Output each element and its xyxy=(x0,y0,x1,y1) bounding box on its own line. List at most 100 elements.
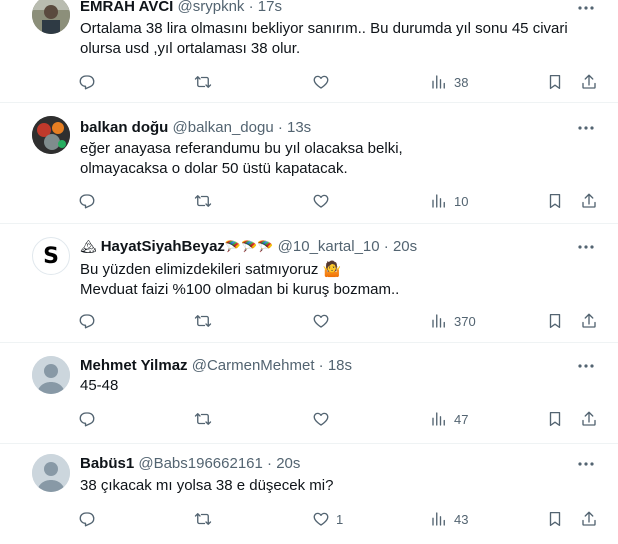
share-button[interactable] xyxy=(580,307,598,335)
timestamp[interactable]: 17s xyxy=(258,0,282,15)
action-bar: 47 xyxy=(72,405,606,433)
timestamp[interactable]: 13s xyxy=(287,119,311,136)
like-button[interactable] xyxy=(312,307,336,335)
views-icon xyxy=(432,75,445,89)
avatar[interactable] xyxy=(32,356,70,394)
like-icon xyxy=(313,75,329,89)
timestamp[interactable]: 18s xyxy=(328,357,352,374)
timestamp[interactable]: 20s xyxy=(393,238,417,255)
separator-dot: · xyxy=(248,0,254,15)
bookmark-icon xyxy=(549,74,561,90)
separator-dot: · xyxy=(383,238,389,255)
author-name[interactable]: balkan doğu xyxy=(80,119,168,136)
views-button[interactable]: 47 xyxy=(430,405,468,433)
separator-dot: · xyxy=(267,455,273,472)
views-button[interactable]: 43 xyxy=(430,505,468,533)
reply-button[interactable] xyxy=(78,505,96,533)
tweet-3[interactable]: S 🏔 HayatSiyahBeyaz🪂🪂🪂 @10_kartal_10 · 2… xyxy=(0,225,618,343)
action-bar: 370 xyxy=(72,307,606,335)
like-button[interactable] xyxy=(312,405,336,433)
views-button[interactable]: 10 xyxy=(430,187,468,215)
share-button[interactable] xyxy=(580,68,598,96)
views-button[interactable]: 370 xyxy=(430,307,476,335)
avatar[interactable] xyxy=(32,454,70,492)
author-handle[interactable]: @CarmenMehmet xyxy=(192,357,315,374)
like-button[interactable] xyxy=(312,68,336,96)
like-count: 1 xyxy=(336,511,344,527)
reply-button[interactable] xyxy=(78,307,96,335)
bookmark-icon xyxy=(549,411,561,427)
more-icon[interactable] xyxy=(576,0,596,18)
retweet-icon xyxy=(194,315,212,327)
like-button[interactable] xyxy=(312,187,336,215)
tweet-header: Mehmet Yilmaz @CarmenMehmet · 18s xyxy=(80,356,352,376)
reply-icon xyxy=(79,194,95,209)
author-name[interactable]: Mehmet Yilmaz xyxy=(80,357,188,374)
retweet-button[interactable] xyxy=(194,405,212,433)
author-name[interactable]: HayatSiyahBeyaz xyxy=(101,238,225,255)
more-icon[interactable] xyxy=(576,118,596,138)
retweet-icon xyxy=(194,195,212,207)
bookmark-button[interactable] xyxy=(546,68,564,96)
view-count: 38 xyxy=(454,74,469,90)
author-name[interactable]: Babüs1 xyxy=(80,455,134,472)
reply-icon xyxy=(79,412,95,427)
view-count: 370 xyxy=(454,313,476,329)
tweet-1[interactable]: EMRAH AVCI @srypknk · 17s Ortalama 38 li… xyxy=(0,0,618,103)
reply-button[interactable] xyxy=(78,405,96,433)
bookmark-button[interactable] xyxy=(546,187,564,215)
views-icon xyxy=(432,194,445,208)
more-icon[interactable] xyxy=(576,356,596,376)
avatar[interactable] xyxy=(32,116,70,154)
avatar[interactable]: S xyxy=(32,237,70,275)
like-button[interactable]: 1 xyxy=(312,505,343,533)
tweet-2[interactable]: balkan doğu @balkan_dogu · 13s eğer anay… xyxy=(0,104,618,224)
author-name[interactable]: EMRAH AVCI xyxy=(80,0,173,15)
reply-button[interactable] xyxy=(78,187,96,215)
tweet-text: Ortalama 38 lira olmasını bekliyor sanır… xyxy=(80,20,568,57)
bookmark-icon xyxy=(549,511,561,527)
views-icon xyxy=(432,412,445,426)
tweet-5[interactable]: Babüs1 @Babs196662161 · 20s 38 çıkacak m… xyxy=(0,445,618,544)
bookmark-button[interactable] xyxy=(546,405,564,433)
share-icon xyxy=(582,511,596,526)
tweet-header: EMRAH AVCI @srypknk · 17s xyxy=(80,0,282,17)
bookmark-button[interactable] xyxy=(546,307,564,335)
share-icon xyxy=(582,411,596,426)
author-handle[interactable]: @10_kartal_10 xyxy=(278,238,380,255)
tweet-header: 🏔 HayatSiyahBeyaz🪂🪂🪂 @10_kartal_10 · 20s xyxy=(80,237,417,257)
tweet-header: Babüs1 @Babs196662161 · 20s xyxy=(80,454,300,474)
view-count: 10 xyxy=(454,193,469,209)
share-button[interactable] xyxy=(580,187,598,215)
bookmark-button[interactable] xyxy=(546,505,564,533)
retweet-button[interactable] xyxy=(194,505,212,533)
author-handle[interactable]: @srypknk xyxy=(178,0,245,15)
share-button[interactable] xyxy=(580,405,598,433)
retweet-button[interactable] xyxy=(194,68,212,96)
views-icon xyxy=(432,314,445,328)
author-handle[interactable]: @Babs196662161 xyxy=(138,455,263,472)
more-icon[interactable] xyxy=(576,237,596,257)
reply-icon xyxy=(79,512,95,527)
retweet-button[interactable] xyxy=(194,307,212,335)
reply-icon xyxy=(79,75,95,90)
retweet-button[interactable] xyxy=(194,187,212,215)
reply-button[interactable] xyxy=(78,68,96,96)
like-icon xyxy=(313,194,329,208)
tweet-4[interactable]: Mehmet Yilmaz @CarmenMehmet · 18s 45-48 … xyxy=(0,344,618,444)
view-count: 47 xyxy=(454,411,469,427)
author-handle[interactable]: @balkan_dogu xyxy=(173,119,274,136)
tweet-header: balkan doğu @balkan_dogu · 13s xyxy=(80,118,311,138)
separator-dot: · xyxy=(277,119,283,136)
more-icon[interactable] xyxy=(576,454,596,474)
timestamp[interactable]: 20s xyxy=(276,455,300,472)
share-button[interactable] xyxy=(580,505,598,533)
name-suffix-emoji: 🪂🪂🪂 xyxy=(224,239,274,254)
avatar-letter: S xyxy=(43,243,59,269)
share-icon xyxy=(582,74,596,89)
like-icon xyxy=(313,412,329,426)
avatar[interactable] xyxy=(32,0,70,34)
tweet-text: 38 çıkacak mı yolsa 38 e düşecek mi? xyxy=(80,477,334,494)
views-button[interactable]: 38 xyxy=(430,68,468,96)
retweet-icon xyxy=(194,513,212,525)
